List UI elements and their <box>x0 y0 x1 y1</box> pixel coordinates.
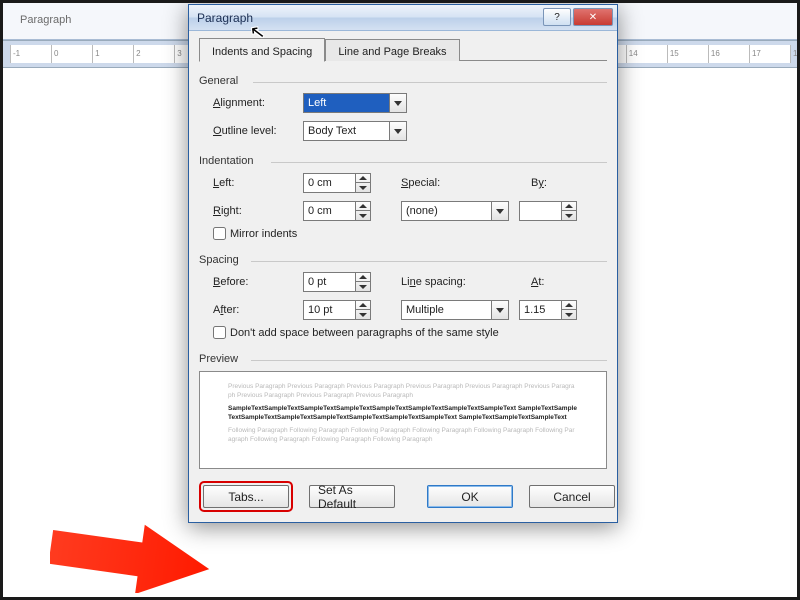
set-default-button[interactable]: Set As Default <box>309 485 395 508</box>
preview-box: Previous Paragraph Previous Paragraph Pr… <box>199 371 607 469</box>
outline-level-combo[interactable]: Body Text <box>303 121 407 141</box>
tabs-button[interactable]: Tabs... <box>203 485 289 508</box>
tabs-button-highlight: Tabs... <box>199 481 293 512</box>
spinner-arrows-icon[interactable] <box>355 174 370 192</box>
at-value: 1.15 <box>524 304 545 316</box>
group-general: General <box>199 75 607 87</box>
indent-left-spin[interactable]: 0 cm <box>303 173 371 193</box>
ruler-tick: 0 <box>51 45 58 63</box>
ruler-tick: 1 <box>92 45 99 63</box>
mirror-indents-label: Mirror indents <box>230 228 297 240</box>
before-value: 0 pt <box>308 276 326 288</box>
mirror-indents-input[interactable] <box>213 227 226 240</box>
no-add-space-label: Don't add space between paragraphs of th… <box>230 327 499 339</box>
outline-level-value: Body Text <box>308 125 356 137</box>
cancel-button[interactable]: Cancel <box>529 485 615 508</box>
help-button[interactable]: ? <box>543 8 571 26</box>
chevron-down-icon[interactable] <box>491 301 508 319</box>
dialog-title: Paragraph <box>197 11 253 25</box>
chevron-down-icon[interactable] <box>491 202 508 220</box>
by-label: By: <box>531 177 571 189</box>
before-label: Before: <box>213 276 293 288</box>
chevron-down-icon[interactable] <box>389 94 406 112</box>
after-label: After: <box>213 304 293 316</box>
ruler-tick: -1 <box>10 45 20 63</box>
chevron-down-icon[interactable] <box>389 122 406 140</box>
spinner-arrows-icon[interactable] <box>355 301 370 319</box>
linespacing-value: Multiple <box>406 304 444 316</box>
indent-right-label: Right: <box>213 205 293 217</box>
ruler-tick: 14 <box>626 45 638 63</box>
special-combo[interactable]: (none) <box>401 201 509 221</box>
ruler-tick: 3 <box>174 45 181 63</box>
indent-left-value: 0 cm <box>308 177 332 189</box>
before-spin[interactable]: 0 pt <box>303 272 371 292</box>
after-spin[interactable]: 10 pt <box>303 300 371 320</box>
indent-right-value: 0 cm <box>308 205 332 217</box>
at-spin[interactable]: 1.15 <box>519 300 577 320</box>
after-value: 10 pt <box>308 304 332 316</box>
by-spin[interactable] <box>519 201 577 221</box>
mirror-indents-checkbox[interactable]: Mirror indents <box>213 227 297 240</box>
spinner-arrows-icon[interactable] <box>355 273 370 291</box>
alignment-label: Alignment: <box>213 97 293 109</box>
preview-after-text: Following Paragraph Following Paragraph … <box>228 426 578 444</box>
tab-line-page-breaks[interactable]: Line and Page Breaks <box>325 39 459 61</box>
spinner-arrows-icon[interactable] <box>561 202 576 220</box>
close-button[interactable]: ✕ <box>573 8 613 26</box>
special-value: (none) <box>406 205 438 217</box>
group-preview: Preview <box>199 353 607 365</box>
ruler-tick: 16 <box>708 45 720 63</box>
preview-body-text: SampleTextSampleTextSampleTextSampleText… <box>228 404 578 422</box>
ruler-tick: 17 <box>749 45 761 63</box>
mouse-cursor-icon: ↖ <box>249 21 267 44</box>
spinner-arrows-icon[interactable] <box>355 202 370 220</box>
linespacing-combo[interactable]: Multiple <box>401 300 509 320</box>
alignment-combo[interactable]: Left <box>303 93 407 113</box>
annotation-arrow-icon <box>50 523 210 593</box>
outline-level-label: Outline level: <box>213 125 293 137</box>
ribbon-group-label: Paragraph <box>20 14 71 26</box>
spinner-arrows-icon[interactable] <box>561 301 576 319</box>
ruler-tick: 18 <box>790 45 800 63</box>
indent-left-label: Left: <box>213 177 293 189</box>
group-indentation: Indentation <box>199 155 607 167</box>
no-add-space-checkbox[interactable]: Don't add space between paragraphs of th… <box>213 326 499 339</box>
ruler-tick: 2 <box>133 45 140 63</box>
paragraph-dialog: Paragraph ? ✕ Indents and Spacing Line a… <box>188 4 618 523</box>
no-add-space-input[interactable] <box>213 326 226 339</box>
ok-button[interactable]: OK <box>427 485 513 508</box>
preview-before-text: Previous Paragraph Previous Paragraph Pr… <box>228 382 578 400</box>
indent-right-spin[interactable]: 0 cm <box>303 201 371 221</box>
at-label: At: <box>531 276 561 288</box>
special-label: Special: <box>401 177 461 189</box>
group-spacing: Spacing <box>199 254 607 266</box>
linespacing-label: Line spacing: <box>401 276 479 288</box>
alignment-value: Left <box>308 97 326 109</box>
ruler-tick: 15 <box>667 45 679 63</box>
